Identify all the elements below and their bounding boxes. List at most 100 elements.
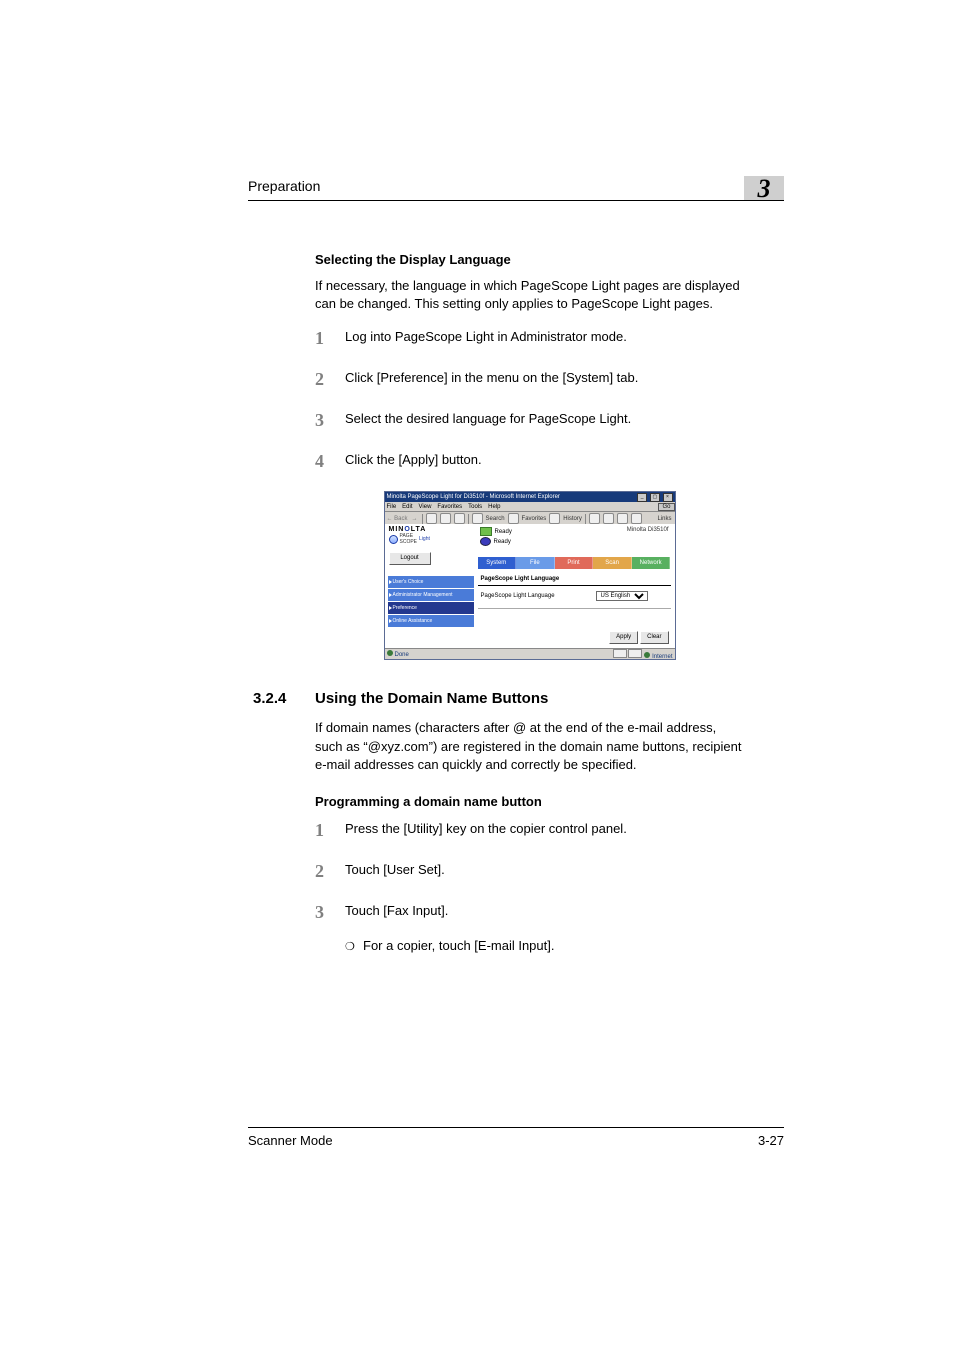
step-item: 1Log into PageScope Light in Administrat…: [315, 327, 744, 354]
panel-heading: PageScope Light Language: [478, 571, 671, 585]
globe-icon: [389, 535, 398, 544]
menubar: File Edit View Favorites Tools Help Go: [385, 502, 675, 512]
language-select[interactable]: US English: [596, 591, 648, 601]
go-button[interactable]: Go: [658, 503, 674, 511]
step-number: 3: [315, 407, 345, 434]
search-icon[interactable]: [472, 513, 483, 524]
status-pane: [613, 649, 627, 658]
logout-button[interactable]: Logout: [389, 552, 431, 565]
search-label: Search: [486, 516, 505, 522]
minimize-icon[interactable]: _: [637, 493, 647, 502]
scanner-status-icon: [480, 537, 491, 546]
tab-file[interactable]: File: [516, 557, 555, 569]
action-buttons: Apply Clear: [609, 631, 668, 644]
step-item: 1Press the [Utility] key on the copier c…: [315, 819, 744, 846]
done-icon: [387, 650, 393, 656]
edit-icon[interactable]: [617, 513, 628, 524]
favorites-label: Favorites: [522, 516, 547, 522]
sub-bullet: ❍ For a copier, touch [E-mail Input].: [345, 938, 744, 953]
step-item: 2Click [Preference] in the menu on the […: [315, 368, 744, 395]
separator: [468, 514, 469, 524]
tab-system[interactable]: System: [478, 557, 517, 569]
menu-help[interactable]: Help: [488, 504, 500, 510]
step-text: Click the [Apply] button.: [345, 450, 482, 470]
status-pane: [628, 649, 642, 658]
side-nav: User's Choice Administrator Management P…: [388, 576, 474, 628]
menu-favorites[interactable]: Favorites: [437, 504, 462, 510]
chapter-title: Preparation: [248, 178, 320, 194]
tab-network[interactable]: Network: [632, 557, 671, 569]
page: Preparation 3 Selecting the Display Lang…: [0, 0, 954, 1351]
window-titlebar: Minolta PageScope Light for Di3510f - Mi…: [385, 492, 675, 502]
window-buttons: _ ▢ ×: [636, 493, 672, 502]
tab-scan[interactable]: Scan: [593, 557, 632, 569]
status-zone-area: Internet: [613, 649, 673, 660]
internet-zone-icon: [644, 652, 650, 658]
setting-label: PageScope Light Language: [481, 593, 596, 599]
refresh-icon[interactable]: [440, 513, 451, 524]
step-text: Select the desired language for PageScop…: [345, 409, 631, 429]
brand-logo: MINOLTA: [389, 526, 475, 533]
print-icon[interactable]: [603, 513, 614, 524]
step-item: 3Select the desired language for PageSco…: [315, 409, 744, 436]
step-number: 3: [315, 899, 345, 926]
step-number: 1: [315, 817, 345, 844]
close-icon[interactable]: ×: [663, 493, 673, 502]
screenshot: Minolta PageScope Light for Di3510f - Mi…: [384, 491, 676, 660]
maximize-icon[interactable]: ▢: [650, 493, 660, 502]
section-heading-domain: 3.2.4 Using the Domain Name Buttons: [315, 690, 744, 707]
bullet-icon: ❍: [345, 940, 363, 953]
brand-column: MINOLTA PAGESCOPE Light Logout: [389, 526, 475, 565]
discuss-icon[interactable]: [631, 513, 642, 524]
nav-users-choice[interactable]: User's Choice: [388, 576, 474, 588]
separator: [422, 514, 423, 524]
page-header: Preparation: [248, 178, 784, 208]
statusbar: Done Internet: [385, 648, 675, 659]
home-icon[interactable]: [454, 513, 465, 524]
header-rule: [248, 200, 784, 201]
nav-online-assistance[interactable]: Online Assistance: [388, 615, 474, 627]
nav-admin-management[interactable]: Administrator Management: [388, 589, 474, 601]
content-area: Selecting the Display Language If necess…: [315, 232, 744, 953]
mail-icon[interactable]: [589, 513, 600, 524]
setting-row: PageScope Light Language US English: [478, 590, 671, 602]
step-text: Touch [Fax Input].: [345, 901, 448, 921]
status-text: Ready: [494, 539, 511, 545]
links-label: Links: [657, 516, 671, 522]
menu-edit[interactable]: Edit: [402, 504, 412, 510]
step-number: 2: [315, 858, 345, 885]
tab-print[interactable]: Print: [555, 557, 594, 569]
clear-button[interactable]: Clear: [640, 631, 668, 644]
stop-icon[interactable]: [426, 513, 437, 524]
nav-preference[interactable]: Preference: [388, 602, 474, 614]
step-text: Press the [Utility] key on the copier co…: [345, 819, 627, 839]
menu-tools[interactable]: Tools: [468, 504, 482, 510]
menu-file[interactable]: File: [387, 504, 397, 510]
section-heading-language: Selecting the Display Language: [315, 252, 744, 267]
step-item: 2Touch [User Set].: [315, 860, 744, 887]
printer-status-icon: [480, 527, 492, 536]
rule: [478, 608, 671, 609]
footer-page: 3-27: [758, 1133, 784, 1148]
step-text: Click [Preference] in the menu on the [S…: [345, 368, 638, 388]
subheading-programming: Programming a domain name button: [315, 794, 744, 809]
step-number: 1: [315, 325, 345, 352]
apply-button[interactable]: Apply: [609, 631, 638, 644]
steps-list-language: 1Log into PageScope Light in Administrat…: [315, 327, 744, 477]
device-status: Ready Ready: [480, 527, 512, 547]
model-label: Minolta Di3510f: [627, 527, 669, 533]
forward-icon[interactable]: →: [412, 516, 418, 522]
back-button[interactable]: ← Back: [387, 516, 408, 522]
step-text: Touch [User Set].: [345, 860, 445, 880]
status-done: Done: [387, 650, 409, 658]
main-panel: PageScope Light Language PageScope Light…: [478, 571, 671, 629]
rule: [478, 585, 671, 586]
menu-view[interactable]: View: [419, 504, 432, 510]
zone-label: Internet: [652, 654, 672, 660]
pagescope-logo: PAGESCOPE Light: [389, 533, 475, 545]
footer-title: Scanner Mode: [248, 1133, 333, 1148]
history-icon[interactable]: [549, 513, 560, 524]
favorites-icon[interactable]: [508, 513, 519, 524]
browser-body: MINOLTA PAGESCOPE Light Logout Ready Rea…: [385, 524, 675, 649]
section-title: Using the Domain Name Buttons: [315, 690, 548, 707]
